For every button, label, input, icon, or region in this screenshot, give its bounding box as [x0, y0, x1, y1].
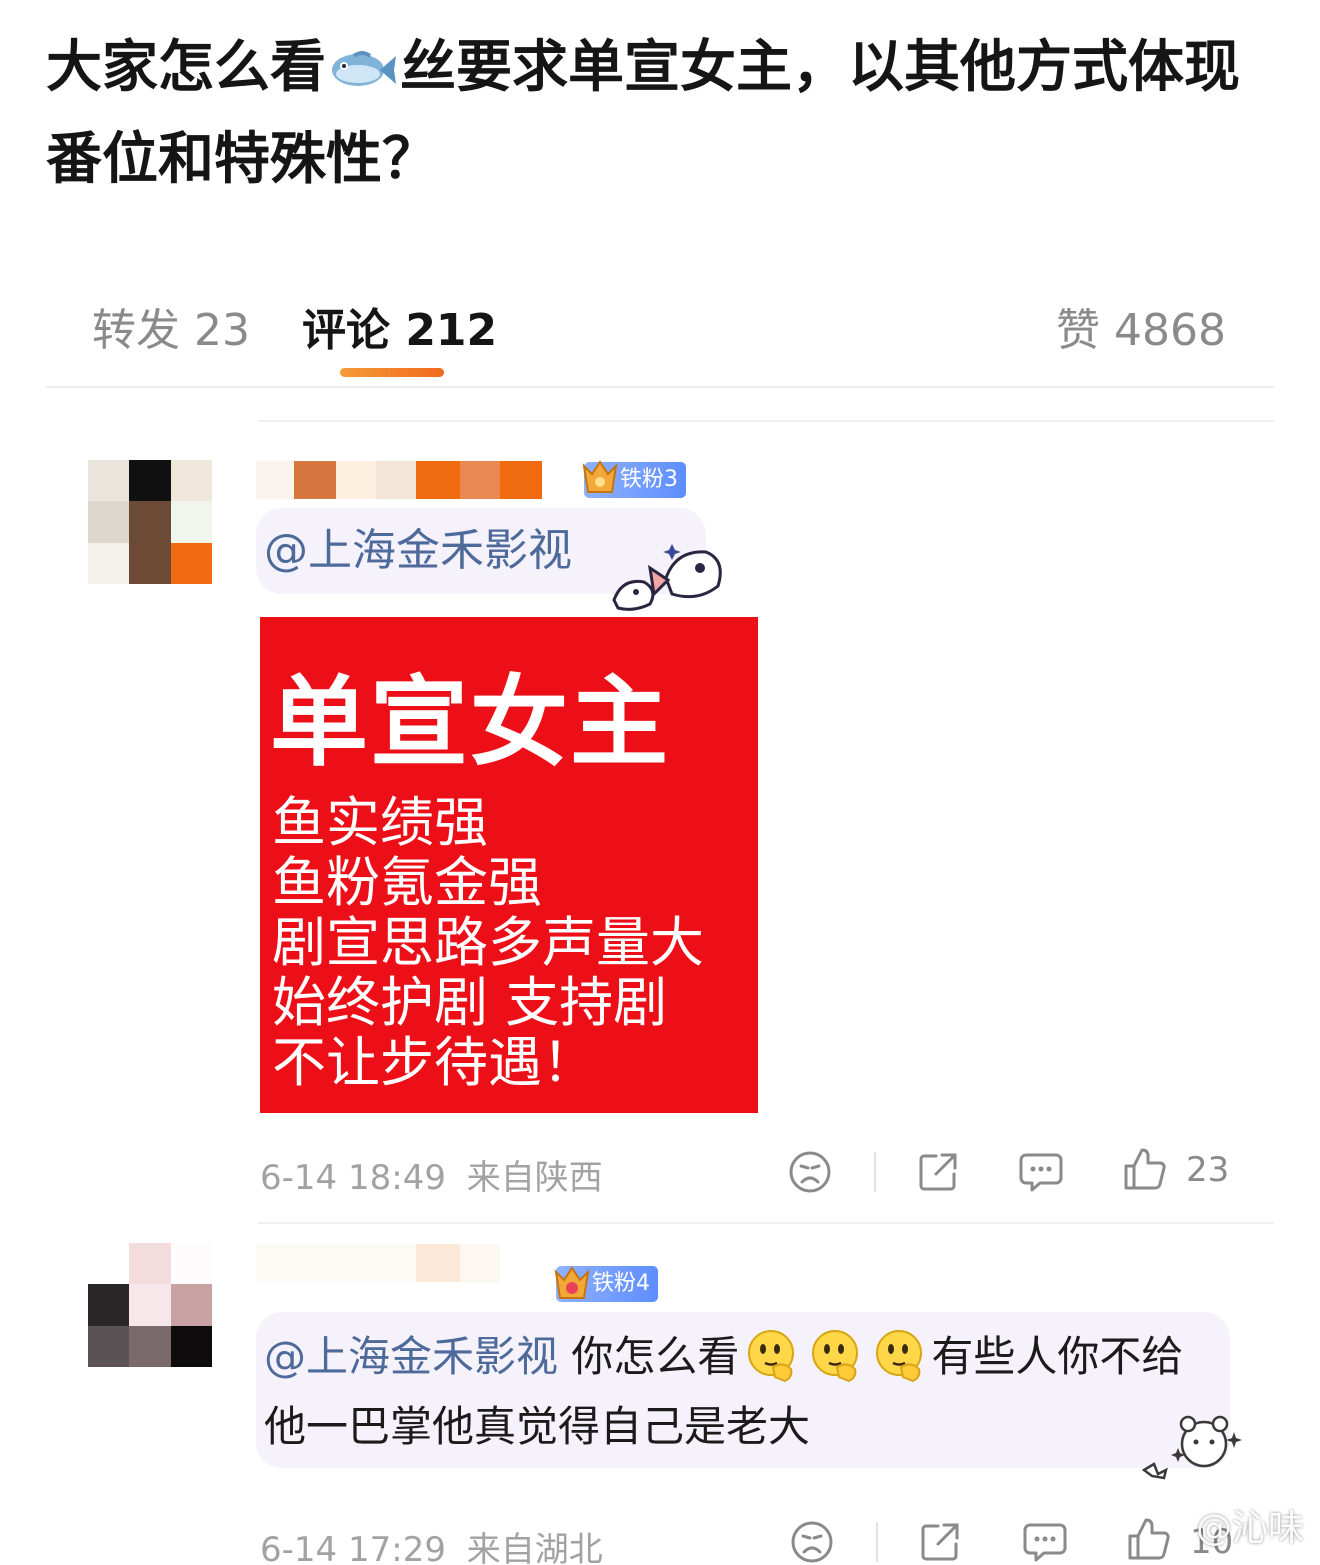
fish-emoji-icon: [332, 51, 396, 86]
dislike-button[interactable]: [790, 1520, 834, 1564]
like-count: 23: [1186, 1150, 1230, 1190]
post-title-part1: 大家怎么看: [46, 35, 326, 100]
action-separator: [876, 1522, 878, 1562]
comment-image[interactable]: 单宣女主 鱼实绩强 鱼粉氪金强 剧宣思路多声量大 始终护剧 支持剧 不让步待遇！: [260, 617, 758, 1113]
fan-badge-icon: [554, 1266, 590, 1299]
watermark-text: @沁味: [1195, 1508, 1304, 1549]
like-button[interactable]: [1122, 1146, 1168, 1192]
dislike-button[interactable]: [788, 1150, 832, 1194]
timestamp: 6-14 18:49: [260, 1158, 446, 1198]
comment-meta: 6-14 17:29 来自湖北: [260, 1522, 603, 1565]
username-blurred[interactable]: [256, 1244, 500, 1282]
post-title: 大家怎么看 丝要求单宣女主，以其他方式体现番位和特殊性？: [46, 22, 1286, 206]
timestamp: 6-14 17:29: [260, 1530, 446, 1565]
fan-badge: 铁粉4: [554, 1266, 658, 1302]
comment-button[interactable]: [1018, 1150, 1064, 1194]
avatar[interactable]: [88, 1243, 212, 1367]
thinking-face-emoji-icon: [748, 1330, 795, 1383]
image-line: 不让步待遇！: [272, 1031, 596, 1094]
fan-badge: 铁粉3: [582, 460, 686, 498]
like-icon: [1124, 1148, 1166, 1190]
thinking-face-emoji-icon: [876, 1330, 923, 1383]
tab-likes[interactable]: 赞 4868: [1056, 294, 1226, 358]
location: 来自湖北: [466, 1530, 603, 1565]
comment-icon: [1019, 1153, 1063, 1192]
comment-button[interactable]: [1022, 1520, 1068, 1564]
image-text-lines: 鱼实绩强 鱼粉氪金强 剧宣思路多声量大 始终护剧 支持剧 不让步待遇！: [272, 793, 704, 1093]
image-line: 鱼实绩强: [272, 791, 488, 854]
tab-forward[interactable]: 转发 23: [92, 294, 250, 358]
image-line: 剧宣思路多声量大: [272, 911, 704, 974]
like-icon: [1128, 1518, 1170, 1560]
share-button[interactable]: [916, 1150, 960, 1194]
share-button[interactable]: [918, 1520, 962, 1564]
mention-link[interactable]: @上海金禾影视: [264, 1332, 558, 1381]
image-line: 鱼粉氪金强: [272, 851, 542, 914]
fish-sticker-icon: [612, 544, 722, 611]
tab-comments[interactable]: 评论 212: [302, 294, 497, 358]
thinking-face-emoji-icon: [812, 1330, 859, 1383]
comment-text: 你怎么看: [571, 1332, 740, 1381]
tab-bar: 转发 23 评论 212 赞 4868: [46, 256, 1274, 388]
action-separator: [874, 1152, 876, 1192]
tab-active-indicator: [340, 368, 444, 377]
share-icon: [921, 1523, 959, 1561]
fan-badge-icon: [582, 460, 618, 493]
avatar[interactable]: [88, 460, 212, 584]
comment-meta: 6-14 18:49 来自陕西: [260, 1150, 603, 1199]
bear-sticker-icon: [1141, 1415, 1242, 1480]
username-blurred[interactable]: [256, 461, 542, 499]
dislike-icon: [789, 1151, 831, 1193]
comment-icon: [1023, 1523, 1067, 1562]
watermark: @沁味: [1196, 1499, 1304, 1551]
image-headline: 单宣女主: [270, 666, 671, 780]
location: 来自陕西: [466, 1158, 603, 1198]
fan-badge-label: 铁粉4: [592, 1271, 650, 1296]
like-button[interactable]: [1126, 1516, 1172, 1562]
image-line: 始终护剧 支持剧: [272, 971, 668, 1034]
fan-badge-label: 铁粉3: [620, 467, 678, 492]
divider: [258, 1222, 1274, 1224]
divider: [258, 420, 1274, 422]
comment-bubble: @上海金禾影视 你怎么看 有些人你不给他一巴掌他真觉得自己是老大: [256, 1312, 1230, 1468]
mention-link[interactable]: @上海金禾影视: [264, 525, 572, 576]
dislike-icon: [791, 1521, 833, 1563]
share-icon: [919, 1153, 957, 1191]
